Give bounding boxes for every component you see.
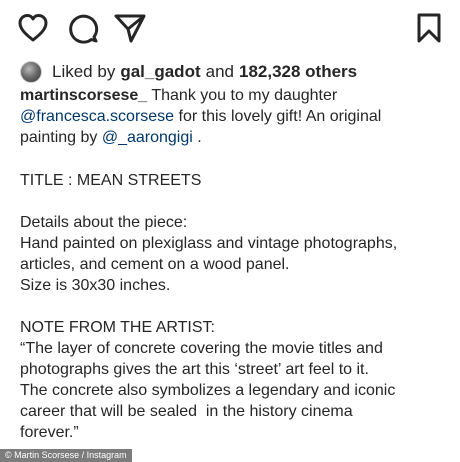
heart-icon[interactable] [16,11,50,45]
caption-line3-end: . [197,129,202,146]
caption-username[interactable]: martinscorsese_ [20,87,147,104]
mention-aarongigi[interactable]: @_aarongigi [102,129,193,146]
details-line: Size is 30x30 inches. [20,277,171,294]
likes-connector: and [205,62,234,81]
note-line: The concrete also symbolizes a legendary… [20,382,396,399]
post-caption: martinscorsese_ Thank you to my daughter… [20,85,450,443]
liker-username[interactable]: gal_gadot [120,62,200,82]
artwork-title: TITLE : MEAN STREETS [20,172,202,189]
details-line: articles, and cement on a wood panel. [20,256,290,273]
note-line: career that will be sealed in the histor… [20,403,353,420]
details-heading: Details about the piece: [20,214,188,231]
comment-icon[interactable] [66,11,100,45]
details-line: Hand painted on plexiglass and vintage p… [20,235,398,252]
caption-line2-text: for this lovely gift! An original [178,108,382,125]
caption-line3-text: painting by [20,129,98,146]
bookmark-icon[interactable] [412,11,446,45]
photo-credit: © Martin Scorsese / Instagram [0,449,132,462]
note-line: photographs gives the art this ‘street’ … [20,361,369,378]
likes-prefix: Liked by [52,62,116,81]
post-action-bar [0,0,460,52]
share-icon[interactable] [113,11,147,45]
mention-francesca[interactable]: @francesca.scorsese [20,108,174,125]
caption-line1-text: Thank you to my daughter [151,87,338,104]
likes-summary: Liked by gal_gadot and 182,328 others [20,60,357,84]
note-heading: NOTE FROM THE ARTIST: [20,319,215,336]
avatar[interactable] [20,61,42,83]
note-line: “The layer of concrete covering the movi… [20,340,383,357]
likes-count[interactable]: 182,328 others [239,62,357,82]
note-line: forever.” [20,424,79,441]
